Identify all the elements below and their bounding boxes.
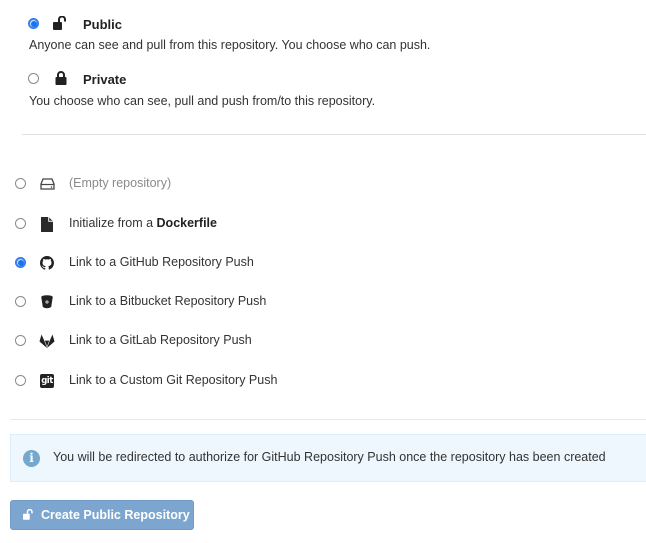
- gitlab-icon: [39, 333, 55, 349]
- bitbucket-radio[interactable]: [15, 296, 26, 307]
- section-divider-bottom: [10, 419, 646, 420]
- hard-drive-icon: [39, 176, 55, 192]
- lock-icon: [55, 71, 69, 85]
- dockerfile-label-bold: Dockerfile: [156, 216, 217, 230]
- git-icon: git: [39, 373, 55, 389]
- unlock-icon: [53, 15, 67, 30]
- init-option-dockerfile[interactable]: Initialize from a Dockerfile: [0, 214, 646, 234]
- init-option-gitlab[interactable]: Link to a GitLab Repository Push: [0, 331, 646, 351]
- github-radio[interactable]: [15, 257, 26, 268]
- public-title: Public: [83, 17, 123, 32]
- info-alert: i You will be redirected to authorize fo…: [10, 434, 646, 482]
- empty-label: (Empty repository): [69, 176, 172, 190]
- dockerfile-label-prefix: Initialize from a: [69, 216, 157, 230]
- github-label: Link to a GitHub Repository Push: [69, 255, 254, 269]
- dockerfile-label: Initialize from a Dockerfile: [69, 216, 217, 230]
- info-text: You will be redirected to authorize for …: [53, 450, 606, 464]
- file-icon: [39, 216, 55, 232]
- create-repository-button[interactable]: Create Public Repository: [10, 500, 194, 530]
- private-description: You choose who can see, pull and push fr…: [29, 94, 376, 108]
- init-option-bitbucket[interactable]: Link to a Bitbucket Repository Push: [0, 292, 646, 312]
- bitbucket-icon: [39, 294, 55, 310]
- custom-git-radio[interactable]: [15, 375, 26, 386]
- private-title: Private: [83, 72, 127, 87]
- section-divider: [22, 134, 646, 135]
- private-radio[interactable]: [28, 73, 39, 84]
- public-radio[interactable]: [28, 18, 39, 29]
- init-option-github[interactable]: Link to a GitHub Repository Push: [0, 253, 646, 273]
- empty-radio[interactable]: [15, 178, 26, 189]
- dockerfile-radio[interactable]: [15, 218, 26, 229]
- github-icon: [39, 255, 55, 271]
- unlock-icon: [23, 508, 35, 521]
- gitlab-label: Link to a GitLab Repository Push: [69, 333, 252, 347]
- gitlab-radio[interactable]: [15, 335, 26, 346]
- info-icon: i: [23, 450, 40, 467]
- bitbucket-label: Link to a Bitbucket Repository Push: [69, 294, 267, 308]
- git-icon-text: git: [40, 374, 54, 388]
- init-option-custom-git[interactable]: git Link to a Custom Git Repository Push: [0, 371, 646, 391]
- public-description: Anyone can see and pull from this reposi…: [29, 38, 431, 52]
- custom-git-label: Link to a Custom Git Repository Push: [69, 373, 278, 387]
- create-button-label: Create Public Repository: [41, 508, 190, 522]
- init-option-empty[interactable]: (Empty repository): [0, 174, 646, 194]
